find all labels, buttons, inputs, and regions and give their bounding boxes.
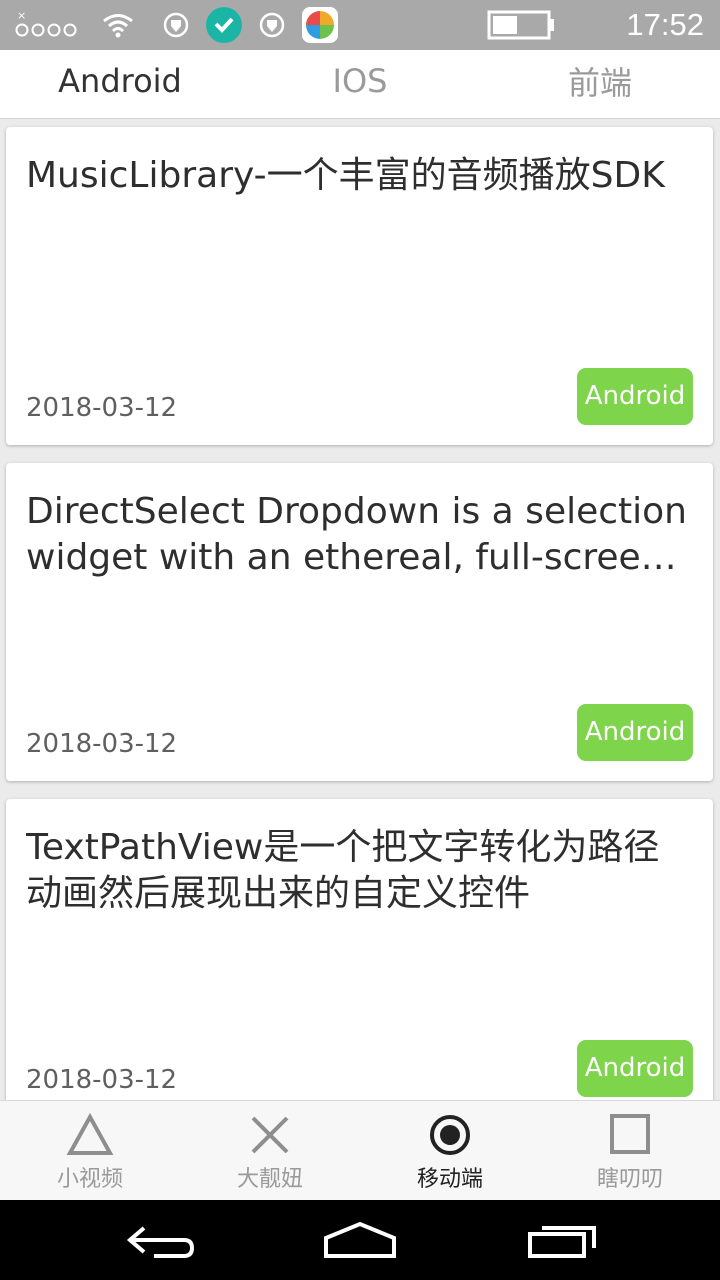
shield-icon [256,0,288,50]
category-tag: Android [577,1040,693,1097]
triangle-icon [0,1113,180,1159]
tab-android[interactable]: Android [40,50,200,112]
tab-ios[interactable]: IOS [290,50,430,112]
battery-icon [486,0,556,50]
article-title: DirectSelect Dropdown is a selection wid… [26,491,687,578]
back-icon[interactable] [120,1200,200,1280]
svg-text:×: × [17,10,26,22]
wifi-icon [100,0,136,50]
nav-item-gallery[interactable]: 大靓妞 [180,1101,360,1201]
cross-icon [180,1113,360,1159]
signal-dots-icon: × [14,0,80,50]
status-bar: × 17:52 [0,0,720,50]
nav-item-short-video[interactable]: 小视频 [0,1101,180,1201]
article-title: MusicLibrary-一个丰富的音频播放SDK [26,155,665,196]
category-tag: Android [577,704,693,761]
tab-frontend[interactable]: 前端 [530,50,670,112]
nav-item-mobile[interactable]: 移动端 [360,1101,540,1201]
article-card[interactable]: MusicLibrary-一个丰富的音频播放SDK 2018-03-12 And… [6,127,713,445]
nav-label: 小视频 [56,1167,123,1192]
circle-icon [360,1113,540,1159]
check-app-icon [204,0,244,50]
nav-label: 大靓妞 [236,1167,303,1192]
square-icon [540,1113,720,1159]
shield-icon [160,0,192,50]
system-navigation-bar [0,1200,720,1280]
bottom-navigation: 小视频 大靓妞 移动端 瞎叨叨 [0,1100,720,1201]
article-card[interactable]: DirectSelect Dropdown is a selection wid… [6,463,713,781]
nav-label: 瞎叨叨 [596,1167,663,1192]
article-list[interactable]: MusicLibrary-一个丰富的音频播放SDK 2018-03-12 And… [0,119,720,1100]
home-icon[interactable] [320,1200,400,1280]
category-tabs: Android IOS 前端 [0,50,720,119]
recent-apps-icon[interactable] [522,1200,602,1280]
nav-label: 移动端 [416,1167,483,1192]
status-time: 17:52 [626,7,704,42]
article-title: TextPathView是一个把文字转化为路径动画然后展现出来的自定义控件 [26,827,660,914]
article-date: 2018-03-12 [26,393,178,423]
article-date: 2018-03-12 [26,1065,178,1095]
article-date: 2018-03-12 [26,729,178,759]
category-tag: Android [577,368,693,425]
article-card[interactable]: TextPathView是一个把文字转化为路径动画然后展现出来的自定义控件 20… [6,799,713,1100]
nav-item-chat[interactable]: 瞎叨叨 [540,1101,720,1201]
app-store-icon [300,0,340,50]
